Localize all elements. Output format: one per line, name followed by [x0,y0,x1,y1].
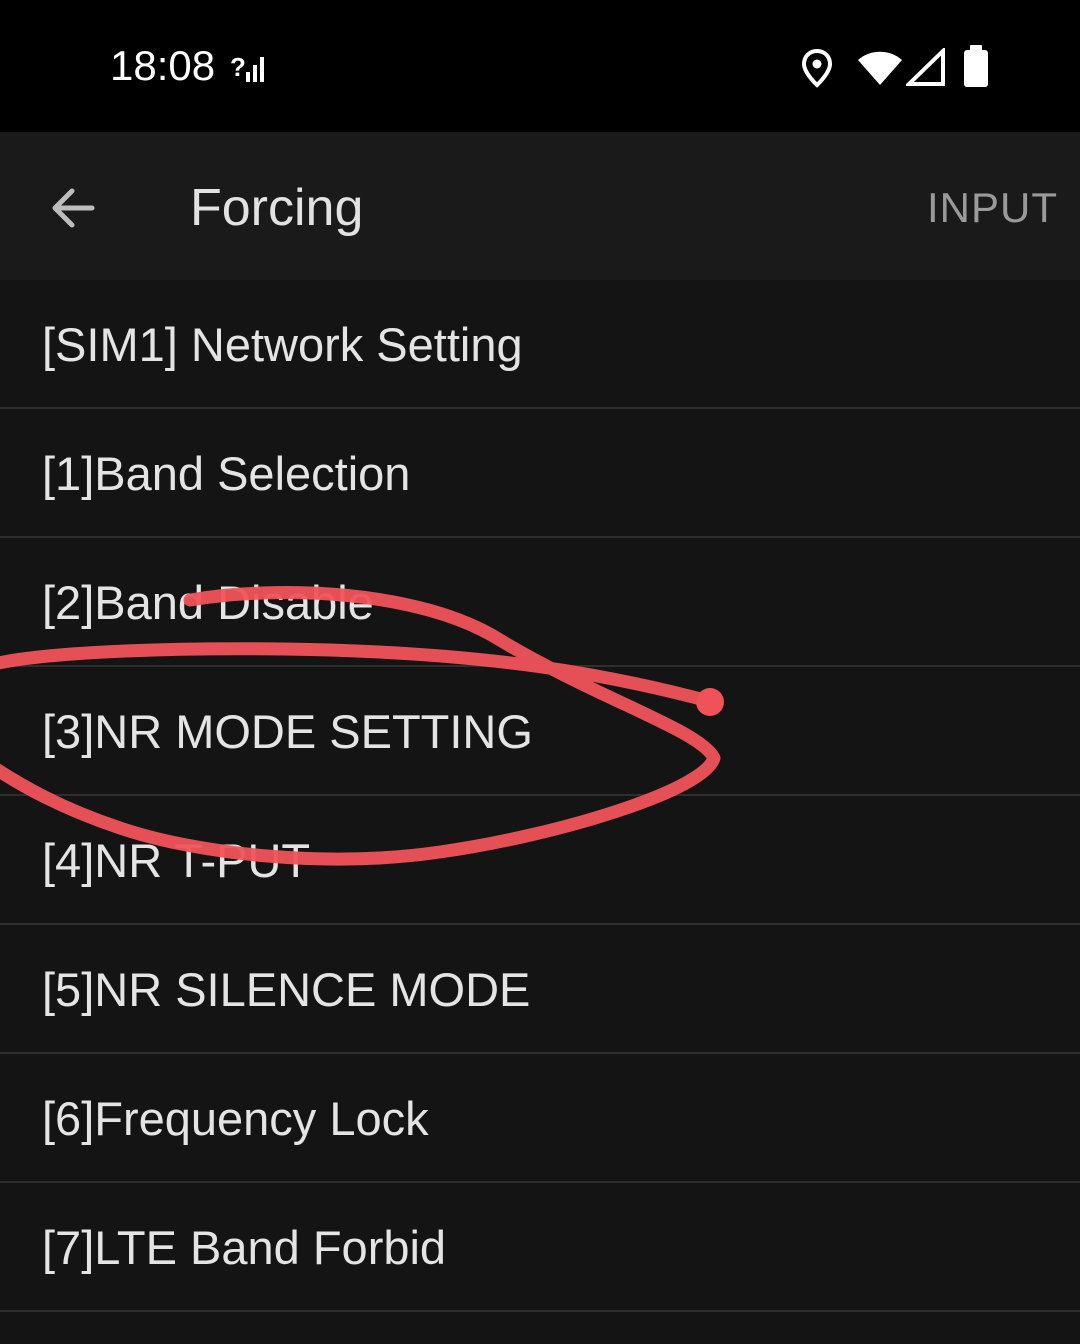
list-item-nr-silence-mode[interactable]: [5]NR SILENCE MODE [0,925,1080,1054]
status-time: 18:08 [110,42,216,89]
list-item-nr-mode-setting[interactable]: [3]NR MODE SETTING [0,667,1080,796]
page-title: Forcing [190,179,364,237]
location-icon [800,48,834,93]
arrow-back-icon [34,188,114,252]
cell-signal-icon [904,46,946,91]
back-button[interactable] [34,168,114,248]
list-item-label: [1]Band Selection [42,447,411,500]
battery-icon [962,44,990,93]
svg-text:?: ? [230,52,246,82]
list-item-label: [SIM1] Network Setting [42,318,523,371]
list-item-label: [6]Frequency Lock [42,1092,429,1145]
menu-list: [SIM1] Network Setting [1]Band Selection… [0,280,1080,1312]
wifi-icon [856,48,904,91]
list-item-label: [7]LTE Band Forbid [42,1221,447,1274]
list-item-band-disable[interactable]: [2]Band Disable [0,538,1080,667]
list-item-nr-t-put[interactable]: [4]NR T-PUT [0,796,1080,925]
list-item-label: [4]NR T-PUT [42,834,311,887]
status-bar: 18:08 ? [0,0,1080,132]
list-item-lte-band-forbid[interactable]: [7]LTE Band Forbid [0,1183,1080,1312]
list-item-label: [3]NR MODE SETTING [42,705,533,758]
app-bar: Forcing INPUT [0,132,1080,280]
signal-unknown-icon: ? [230,52,268,89]
list-item-label: [2]Band Disable [42,576,374,629]
list-item-sim1-network-setting[interactable]: [SIM1] Network Setting [0,280,1080,409]
list-item-frequency-lock[interactable]: [6]Frequency Lock [0,1054,1080,1183]
screen: 18:08 ? Forcing INPUT [SIM1] Network Set… [0,0,1080,1344]
list-item-band-selection[interactable]: [1]Band Selection [0,409,1080,538]
list-item-label: [5]NR SILENCE MODE [42,963,531,1016]
input-button[interactable]: INPUT [927,184,1058,232]
